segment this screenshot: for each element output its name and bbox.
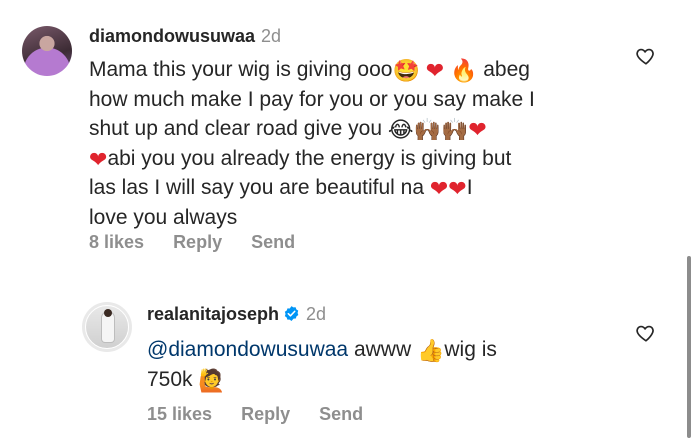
comment-line: love you always bbox=[89, 205, 238, 229]
comment-text: @diamondowusuwaa awww 👍wig is 750k 🙋 bbox=[147, 335, 607, 394]
comment-username[interactable]: realanitajoseph 2d bbox=[147, 304, 326, 325]
heart-icon: ❤ bbox=[425, 59, 445, 84]
mention-link[interactable]: @diamondowusuwaa bbox=[147, 338, 348, 361]
comment-line: shut up and clear road give you bbox=[89, 117, 383, 140]
avatar[interactable] bbox=[82, 302, 132, 352]
send-button[interactable]: Send bbox=[319, 404, 363, 424]
likes-count[interactable]: 15 likes bbox=[147, 404, 212, 424]
person-raising-hand-icon: 🙋 bbox=[198, 368, 226, 394]
comment-line: abeg bbox=[483, 58, 530, 81]
avatar-head bbox=[104, 309, 112, 317]
comment-line: las las I will say you are beautiful na bbox=[89, 176, 425, 199]
verified-badge-icon bbox=[284, 306, 299, 321]
comment-line: 750k bbox=[147, 367, 193, 391]
comment-actions: 8 likes Reply Send bbox=[89, 232, 319, 253]
avatar[interactable] bbox=[22, 26, 72, 76]
comment-timestamp: 2d bbox=[306, 304, 327, 324]
likes-count[interactable]: 8 likes bbox=[89, 232, 144, 252]
comment-text: Mama this your wig is giving ooo🤩 ❤ 🔥 ab… bbox=[89, 55, 629, 232]
heart-icon: ❤ bbox=[429, 177, 449, 202]
raised-hands-icon: 🙌🏾 bbox=[413, 118, 441, 143]
comment-line: abi you you already the energy is giving… bbox=[107, 146, 512, 170]
reply-button[interactable]: Reply bbox=[173, 232, 222, 252]
laughing-icon: 😂 bbox=[387, 118, 414, 143]
star-struck-icon: 🤩 bbox=[392, 59, 420, 84]
reply-button[interactable]: Reply bbox=[241, 404, 290, 424]
fire-icon: 🔥 bbox=[450, 59, 478, 84]
comment-line: how much make I pay for you or you say m… bbox=[89, 87, 535, 111]
heart-icon: ❤ bbox=[448, 177, 467, 202]
send-button[interactable]: Send bbox=[251, 232, 295, 252]
heart-icon: ❤ bbox=[89, 147, 108, 173]
comment-line: wig is bbox=[444, 338, 497, 361]
comment-timestamp: 2d bbox=[261, 26, 282, 46]
raised-hands-icon: 🙌🏾 bbox=[441, 118, 469, 143]
scrollbar[interactable] bbox=[687, 256, 691, 438]
username-text[interactable]: realanitajoseph bbox=[147, 304, 279, 324]
comment-line: Mama this your wig is giving ooo bbox=[89, 58, 393, 81]
avatar-image bbox=[85, 305, 129, 349]
heart-icon: ❤ bbox=[468, 118, 487, 143]
comment-username[interactable]: diamondowusuwaa 2d bbox=[89, 26, 281, 47]
thumbs-up-icon: 👍 bbox=[416, 339, 445, 364]
username-text[interactable]: diamondowusuwaa bbox=[89, 26, 255, 46]
like-heart-icon[interactable] bbox=[635, 45, 657, 67]
comment-line: awww bbox=[353, 338, 412, 361]
comment-actions: 15 likes Reply Send bbox=[147, 404, 387, 425]
comment-line: I bbox=[466, 176, 473, 199]
like-heart-icon[interactable] bbox=[635, 322, 657, 344]
